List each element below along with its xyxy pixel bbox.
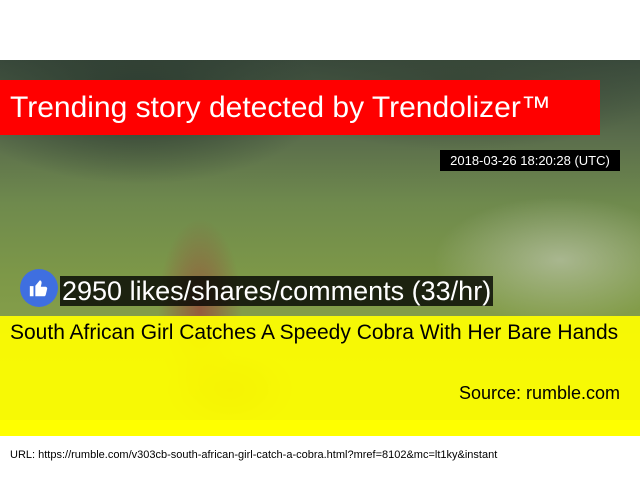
trend-banner-title: Trending story detected by Trendolizer™ bbox=[0, 80, 600, 135]
story-url[interactable]: URL: https://rumble.com/v303cb-south-afr… bbox=[10, 448, 497, 462]
thumbs-up-glyph bbox=[29, 280, 48, 297]
story-headline[interactable]: South African Girl Catches A Speedy Cobr… bbox=[10, 318, 635, 348]
trend-card: Trending story detected by Trendolizer™ … bbox=[0, 0, 640, 480]
yellow-divider-strip bbox=[0, 420, 640, 436]
detection-timestamp: 2018-03-26 18:20:28 (UTC) bbox=[440, 150, 620, 171]
thumbs-up-icon bbox=[20, 269, 58, 307]
engagement-count: 2950 likes/shares/comments (33/hr) bbox=[60, 276, 494, 306]
story-source[interactable]: Source: rumble.com bbox=[459, 381, 620, 405]
